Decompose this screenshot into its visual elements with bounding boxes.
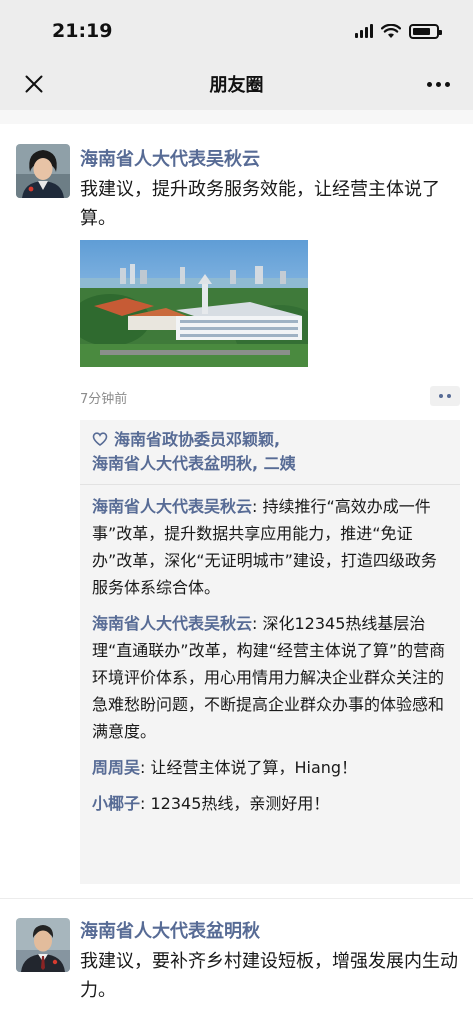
post-body: 海南省人大代表吴秋云 我建议，提升政务服务效能，让经营主体说了算。: [80, 147, 459, 233]
status-bar: 21:19: [0, 0, 473, 58]
comment-author[interactable]: 小椰子: [92, 794, 140, 813]
wifi-icon: [381, 23, 401, 38]
comment-text: 让经营主体说了算，Hiang！: [150, 758, 358, 777]
moment-post: 海南省人大代表吴秋云 我建议，提升政务服务效能，让经营主体说了算。 7分钟前 海…: [0, 144, 473, 884]
post-meta: 7分钟前: [80, 386, 460, 408]
comment-author[interactable]: 周周吴: [92, 758, 140, 777]
interaction-panel: 海南省政协委员邓颖颖, 海南省人大代表盆明秋, 二姨 海南省人大代表吴秋云: 持…: [80, 420, 460, 884]
comment-item[interactable]: 海南省人大代表吴秋云: 深化12345热线基层治理“直通联办”改革，构建“经营主…: [92, 610, 450, 745]
post-text: 我建议，提升政务服务效能，让经营主体说了算。: [80, 179, 440, 229]
comment-separator: :: [252, 497, 263, 516]
status-time: 21:19: [52, 20, 113, 42]
post-actions-button[interactable]: [430, 386, 460, 406]
comment-separator: :: [140, 758, 151, 777]
nav-bar: 朋友圈: [0, 58, 473, 110]
comment-author[interactable]: 海南省人大代表吴秋云: [92, 497, 252, 516]
more-button[interactable]: [421, 68, 455, 100]
status-icons: [355, 22, 442, 40]
cellular-signal-icon: [355, 24, 373, 38]
comment-separator: :: [252, 614, 263, 633]
avatar[interactable]: [16, 144, 70, 198]
page-title: 朋友圈: [209, 75, 264, 96]
comment-item[interactable]: 周周吴: 让经营主体说了算，Hiang！: [92, 754, 450, 781]
author-name[interactable]: 海南省人大代表盆明秋: [80, 919, 459, 945]
comment-item[interactable]: 海南省人大代表吴秋云: 持续推行“高效办成一件事”改革，提升数据共享应用能力，推…: [92, 493, 450, 601]
more-dots-icon: [426, 81, 432, 87]
likes-row: 海南省政协委员邓颖颖, 海南省人大代表盆明秋, 二姨: [80, 420, 460, 484]
comment-text: 12345热线，亲测好用！: [150, 794, 330, 813]
post-time: 7分钟前: [80, 392, 128, 407]
battery-icon: [409, 23, 442, 39]
post-body: 海南省人大代表盆明秋 我建议，要补齐乡村建设短板，增强发展内生动力。: [80, 919, 459, 1005]
heart-icon: [92, 432, 108, 446]
post-photo[interactable]: [80, 240, 308, 367]
moment-post: 海南省人大代表盆明秋 我建议，要补齐乡村建设短板，增强发展内生动力。: [0, 918, 473, 1024]
comment-separator: :: [140, 794, 151, 813]
comments-list: 海南省人大代表吴秋云: 持续推行“高效办成一件事”改革，提升数据共享应用能力，推…: [80, 485, 460, 832]
author-name[interactable]: 海南省人大代表吴秋云: [80, 147, 459, 173]
post-separator: [0, 898, 473, 899]
post-text: 我建议，要补齐乡村建设短板，增强发展内生动力。: [80, 951, 458, 1001]
comment-author[interactable]: 海南省人大代表吴秋云: [92, 614, 252, 633]
avatar[interactable]: [16, 918, 70, 972]
likes-text[interactable]: 海南省政协委员邓颖颖, 海南省人大代表盆明秋, 二姨: [92, 430, 296, 473]
feed-top-gap: [0, 110, 473, 124]
action-dots-icon: [439, 394, 443, 398]
battery-level: [413, 27, 430, 35]
comment-item[interactable]: 小椰子: 12345热线，亲测好用！: [92, 790, 450, 817]
comment-text: 深化12345热线基层治理“直通联办”改革，构建“经营主体说了算”的营商环境评价…: [92, 614, 446, 741]
